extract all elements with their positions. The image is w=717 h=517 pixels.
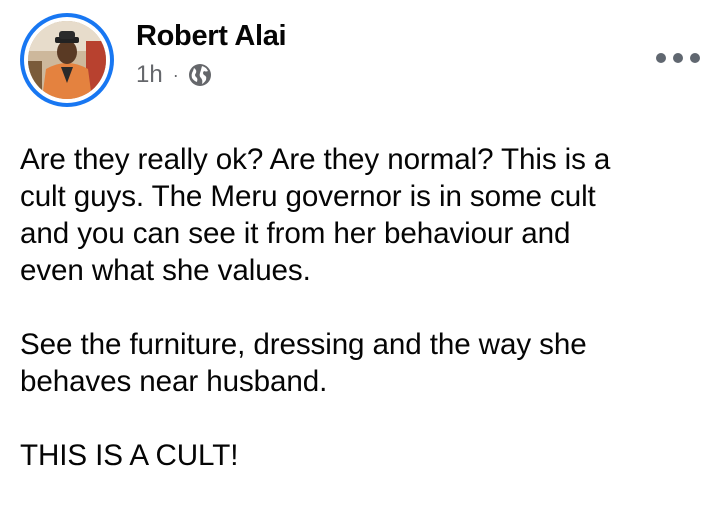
post-meta: 1h ·: [136, 60, 212, 90]
globe-icon[interactable]: [188, 63, 212, 87]
post-paragraph: THIS IS A CULT!: [20, 439, 239, 472]
more-dot: [690, 53, 700, 63]
more-dot: [673, 53, 683, 63]
facebook-post: Robert Alai 1h · Are they really ok? Are…: [0, 0, 717, 517]
post-paragraph: See the furniture, dressing and the way …: [20, 328, 587, 398]
profile-avatar[interactable]: [20, 13, 114, 107]
avatar-image: [28, 21, 106, 99]
avatar-photo: [28, 21, 106, 99]
post-paragraph: Are they really ok? Are they normal? Thi…: [20, 143, 611, 287]
more-dot: [656, 53, 666, 63]
meta-separator: ·: [172, 64, 179, 85]
post-time[interactable]: 1h: [136, 61, 163, 89]
author-name[interactable]: Robert Alai: [136, 20, 287, 53]
post-text: Are they really ok? Are they normal? Thi…: [20, 141, 710, 474]
avatar-ring-gap: [24, 17, 110, 103]
more-options-icon[interactable]: [656, 44, 700, 72]
